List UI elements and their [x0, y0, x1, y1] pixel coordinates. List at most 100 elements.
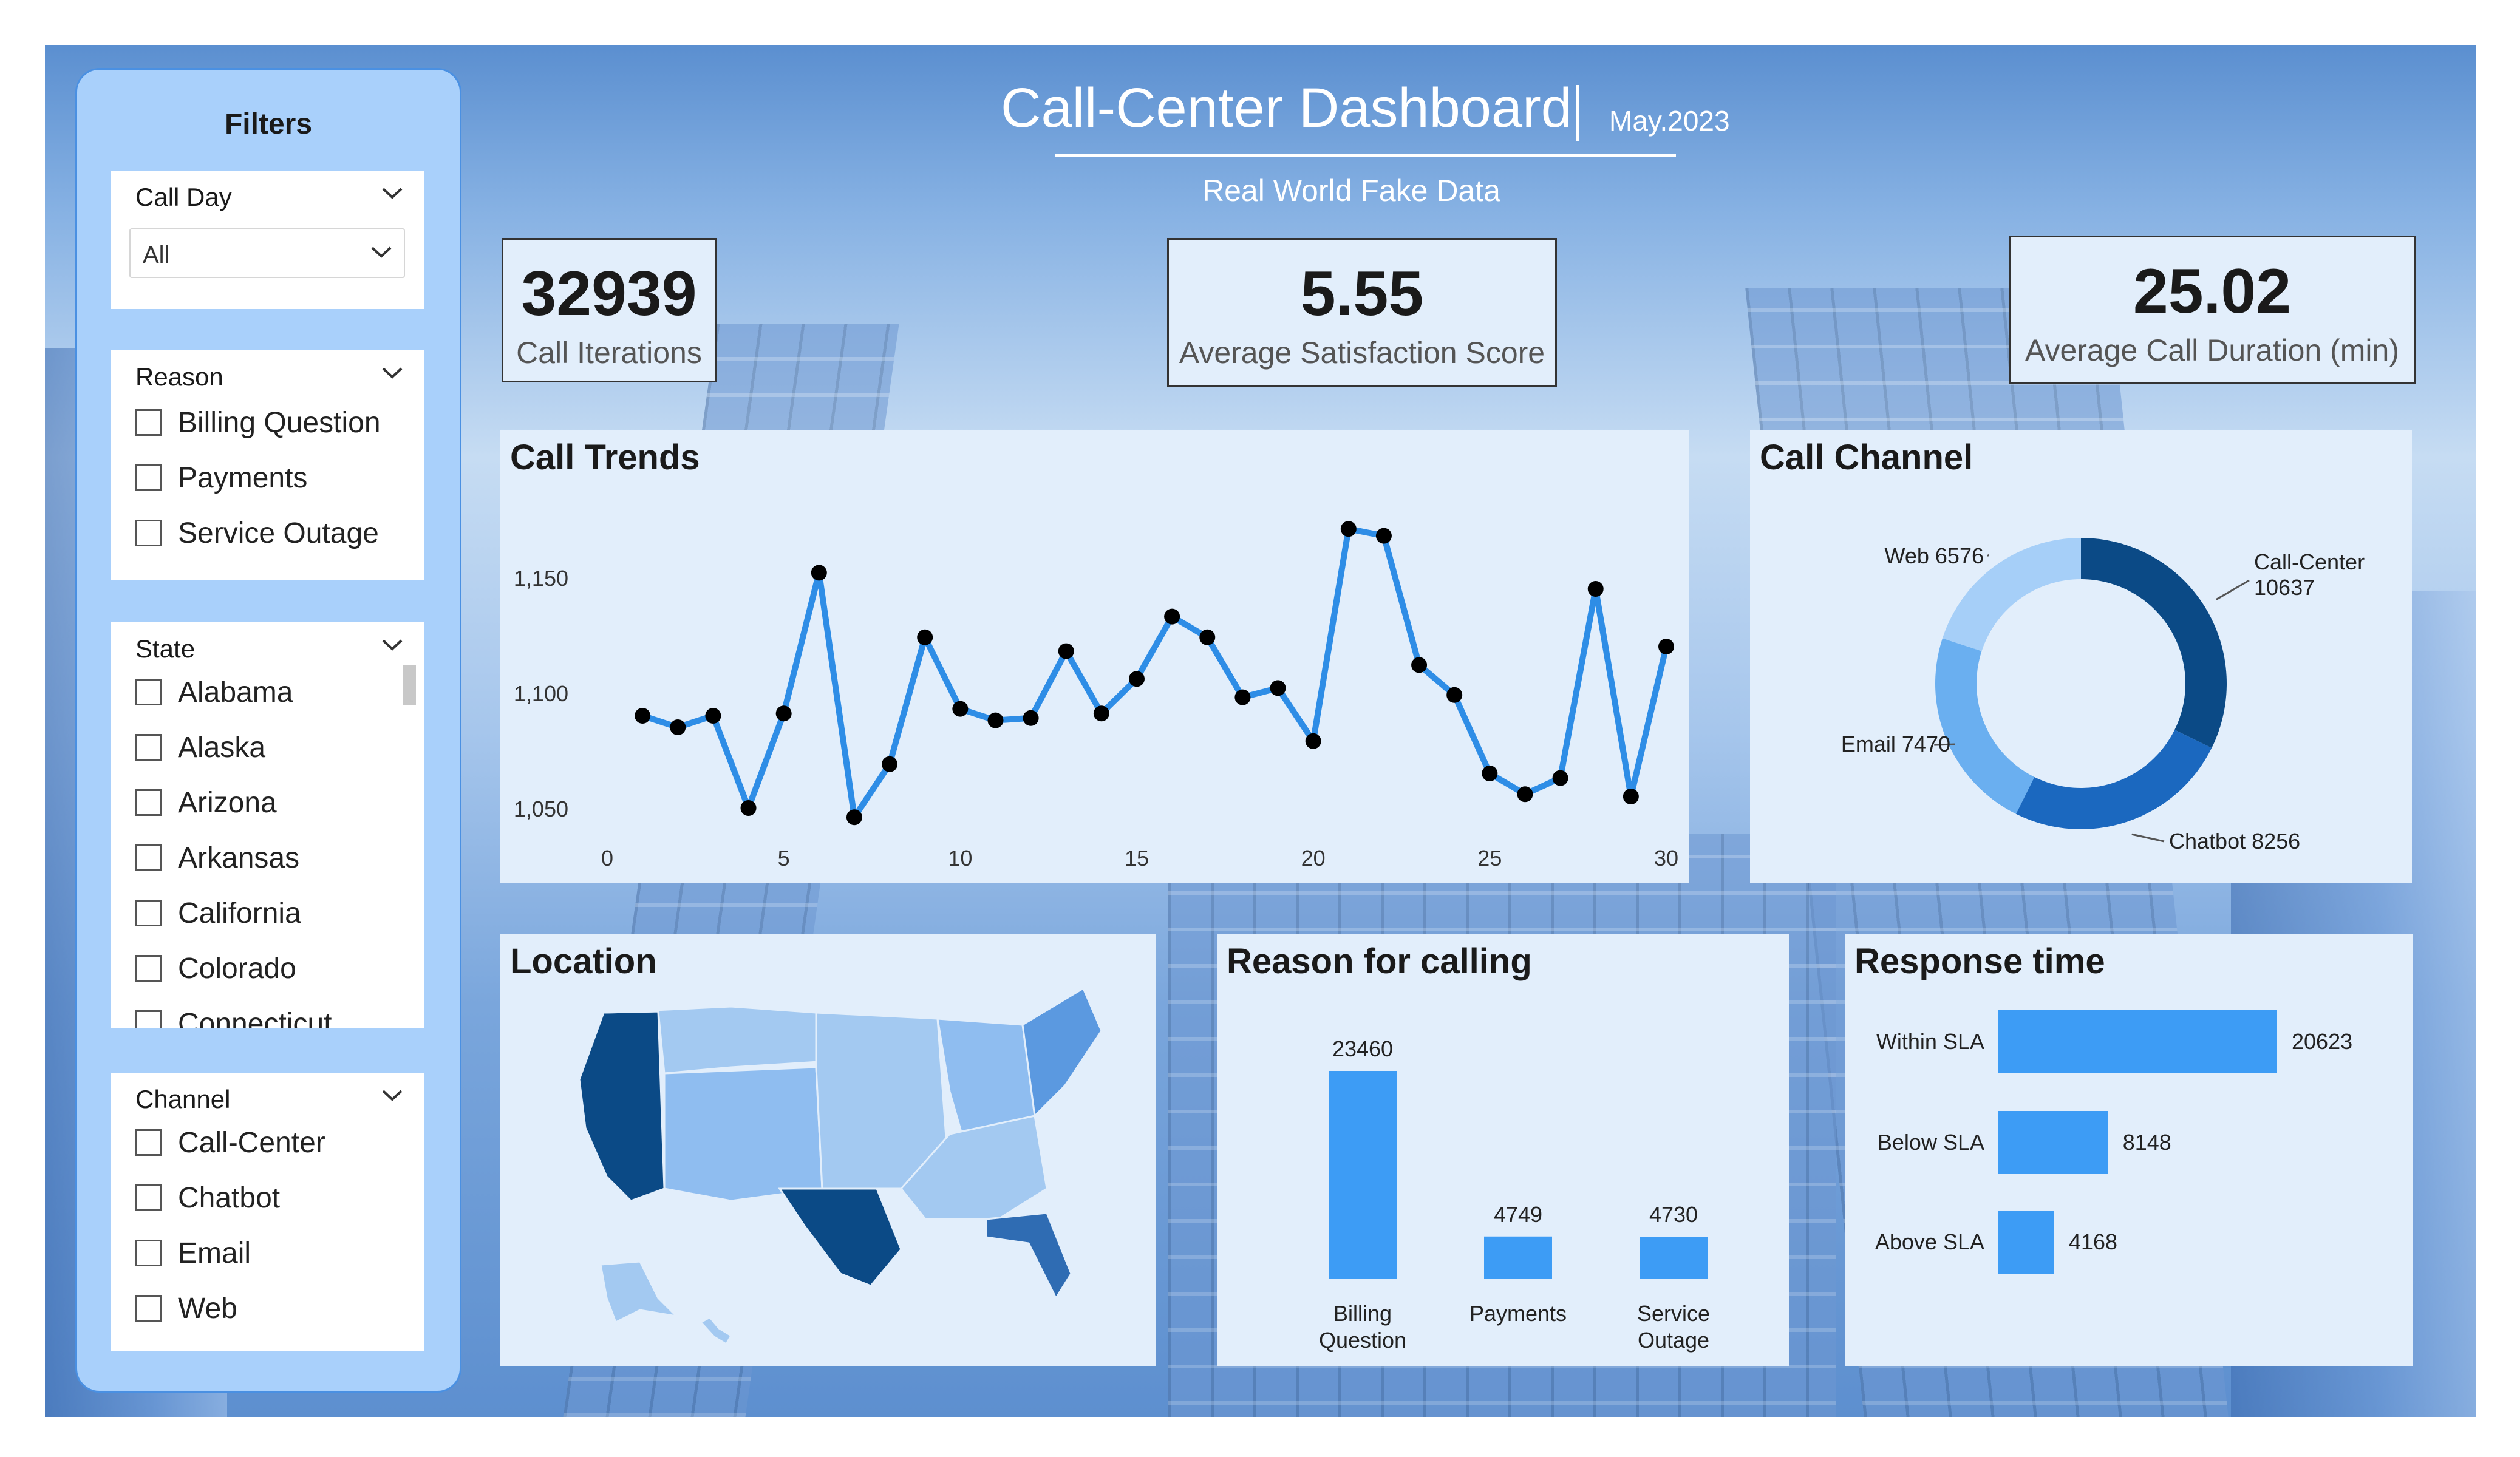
map-midwest: [936, 1017, 1036, 1135]
bar-value: 8148: [2123, 1130, 2171, 1155]
bar: [1329, 1071, 1397, 1279]
data-point: [1340, 521, 1357, 537]
channel-label: Channel: [135, 1085, 231, 1113]
state-label: State: [135, 634, 196, 663]
call-channel-panel: Call Channel Call-Center 10637 Chatbot 825…: [1750, 430, 2412, 883]
y-tick-label: 1,050: [514, 796, 568, 821]
chevron-down-icon[interactable]: [381, 361, 404, 384]
bar: [1998, 1111, 2108, 1174]
x-tick-label: 10: [948, 846, 972, 871]
call-day-dropdown[interactable]: All: [129, 228, 405, 278]
x-tick-label: 5: [778, 846, 790, 871]
state-option[interactable]: Arizona: [135, 786, 277, 823]
checkbox[interactable]: [135, 1010, 162, 1028]
checkbox[interactable]: [135, 955, 162, 982]
state-option[interactable]: Arkansas: [135, 841, 299, 878]
data-point: [705, 708, 721, 724]
state-option[interactable]: Alabama: [135, 676, 293, 712]
data-point: [882, 756, 898, 772]
data-point: [952, 701, 969, 717]
chevron-down-icon[interactable]: [381, 1084, 404, 1107]
data-point: [1552, 770, 1568, 786]
slice-label: Call-Center: [2254, 549, 2365, 574]
bar: [1484, 1236, 1552, 1279]
reason-option[interactable]: Payments: [135, 461, 307, 498]
chevron-down-icon[interactable]: [381, 633, 404, 656]
slice-label: Chatbot 8256: [2169, 829, 2300, 854]
map-northeast: [1021, 987, 1103, 1118]
map-west: [578, 1010, 666, 1202]
us-map[interactable]: [500, 934, 1156, 1366]
category-label: Question: [1319, 1328, 1406, 1353]
state-option[interactable]: Alaska: [135, 731, 265, 767]
chevron-down-icon: [371, 246, 392, 258]
kpi-satisfaction: 5.55 Average Satisfaction Score: [1167, 238, 1557, 387]
response-chart: 20623 Within SLA 8148 Below SLA 4168 Above SL…: [1875, 1010, 2352, 1274]
reason-option[interactable]: Service Outage: [135, 517, 379, 553]
category-label: Within SLA: [1876, 1029, 1984, 1054]
leader-line: [2131, 833, 2165, 843]
data-point: [1270, 680, 1286, 696]
reason-chart: 23460 BillingQuestion 4749 Payments 4730 Serv…: [1319, 1036, 1710, 1353]
checkbox[interactable]: [135, 679, 162, 706]
reason-option[interactable]: Billing Question: [135, 406, 381, 443]
dashboard-subtitle: Real World Fake Data: [1202, 174, 1500, 208]
category-label: Outage: [1638, 1328, 1709, 1353]
data-point: [1411, 657, 1428, 673]
x-tick-label: 30: [1654, 846, 1678, 871]
reason-filter: Reason Billing Question Payments Service…: [111, 350, 424, 580]
bar-value: 23460: [1332, 1036, 1393, 1061]
checkbox[interactable]: [135, 789, 162, 817]
bar-value: 4749: [1494, 1202, 1542, 1227]
slice-label: Web 6576: [1885, 543, 1984, 568]
state-option[interactable]: Connecticut: [135, 1007, 332, 1028]
checkbox[interactable]: [135, 464, 162, 492]
kpi-value: 25.02: [2133, 256, 2292, 327]
kpi-label: Call Iterations: [516, 336, 702, 370]
x-tick-label: 20: [1301, 846, 1326, 871]
kpi-label: Average Call Duration (min): [2025, 333, 2399, 367]
checkbox[interactable]: [135, 1240, 162, 1267]
checkbox[interactable]: [135, 844, 162, 872]
channel-option[interactable]: Call-Center: [135, 1126, 325, 1163]
chevron-down-icon[interactable]: [381, 182, 404, 205]
category-label: Below SLA: [1878, 1130, 1984, 1155]
checkbox[interactable]: [135, 520, 162, 547]
data-point: [1375, 528, 1392, 544]
state-filter: State Alabama Alaska Arizona Arkansas Ca…: [111, 622, 424, 1028]
category-label: Above SLA: [1875, 1229, 1984, 1254]
response-panel: Response time 20623 Within SLA 8148 Below S…: [1845, 934, 2413, 1366]
data-point: [1129, 671, 1145, 687]
call-day-selected: All: [143, 242, 170, 268]
checkbox[interactable]: [135, 1129, 162, 1156]
checkbox[interactable]: [135, 1184, 162, 1212]
slice-label: Email 7470: [1841, 732, 1950, 756]
map-alaska: [599, 1260, 679, 1324]
map-texas: [778, 1187, 902, 1287]
checkbox[interactable]: [135, 409, 162, 436]
kpi-value: 5.55: [1300, 259, 1424, 329]
state-scrollbar[interactable]: [403, 665, 416, 705]
data-point: [670, 719, 686, 735]
data-point: [987, 712, 1004, 728]
state-option[interactable]: Colorado: [135, 952, 296, 988]
channel-option[interactable]: Chatbot: [135, 1181, 280, 1218]
checkbox[interactable]: [135, 734, 162, 761]
data-point: [1234, 689, 1251, 705]
data-point: [1058, 643, 1074, 659]
slice-value: 10637: [2254, 575, 2315, 600]
data-point: [846, 809, 862, 826]
data-point: [1482, 766, 1498, 781]
data-point: [1587, 581, 1604, 597]
data-point: [775, 705, 792, 722]
y-tick-label: 1,100: [514, 681, 568, 706]
kpi-call-duration: 25.02 Average Call Duration (min): [2009, 236, 2416, 384]
bar: [1998, 1010, 2277, 1073]
bar-value: 4730: [1649, 1202, 1698, 1227]
title-separator: [1576, 85, 1579, 141]
checkbox[interactable]: [135, 900, 162, 927]
state-option[interactable]: California: [135, 897, 301, 933]
checkbox[interactable]: [135, 1295, 162, 1322]
channel-option[interactable]: Email: [135, 1237, 251, 1273]
channel-option[interactable]: Web: [135, 1292, 237, 1328]
